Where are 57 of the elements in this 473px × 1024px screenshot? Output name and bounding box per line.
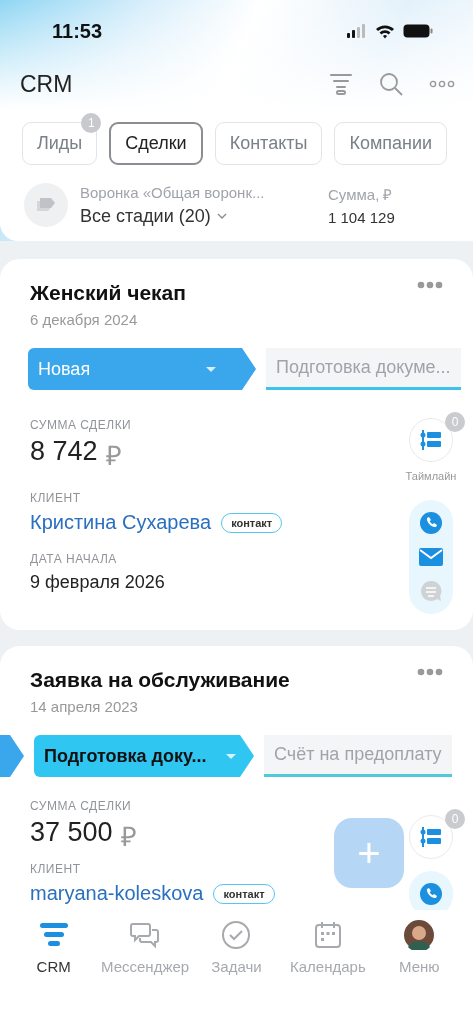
timeline-button[interactable] bbox=[409, 418, 453, 462]
more-icon[interactable] bbox=[417, 281, 443, 289]
field-label: КЛИЕНТ bbox=[30, 491, 82, 505]
status-time: 11:53 bbox=[52, 19, 103, 43]
next-stage[interactable]: Счёт на предоплату bbox=[264, 735, 452, 777]
wifi-icon bbox=[375, 23, 395, 39]
tab[interactable]: Компании bbox=[334, 122, 448, 165]
timeline-label: Таймлайн bbox=[405, 470, 457, 482]
funnel-icon[interactable] bbox=[329, 73, 353, 95]
tab[interactable]: Сделки bbox=[109, 122, 203, 165]
stage-selector[interactable]: Новая bbox=[28, 348, 256, 390]
currency-sign: ₽ bbox=[105, 440, 122, 473]
field-label: ДАТА НАЧАЛА bbox=[30, 552, 118, 566]
calendar-icon bbox=[312, 920, 343, 950]
deal-date: 6 декабря 2024 bbox=[30, 311, 139, 328]
page-title: CRM bbox=[20, 70, 74, 98]
more-icon[interactable] bbox=[429, 80, 455, 88]
timeline-button[interactable] bbox=[409, 815, 453, 859]
timeline-icon bbox=[420, 827, 442, 847]
stage-selector[interactable]: Подготовка доку... bbox=[34, 735, 254, 777]
client-link[interactable]: Кристина Сухарева bbox=[30, 511, 212, 534]
phone-icon[interactable] bbox=[420, 512, 442, 534]
nav-tab[interactable]: CRM bbox=[8, 920, 99, 1024]
client-link[interactable]: maryana-koleskova bbox=[30, 882, 204, 905]
search-icon[interactable] bbox=[379, 72, 403, 96]
deal-title: Женский чекап bbox=[30, 281, 186, 305]
check-circle-icon bbox=[221, 920, 252, 950]
field-label: КЛИЕНТ bbox=[30, 862, 82, 876]
signal-icon bbox=[347, 24, 367, 38]
field-value: 9 февраля 2026 bbox=[30, 572, 166, 593]
more-icon[interactable] bbox=[417, 668, 443, 676]
stage-filter[interactable]: Все стадии (20) bbox=[80, 205, 316, 227]
battery-icon bbox=[403, 24, 433, 38]
currency-sign: ₽ bbox=[120, 821, 137, 854]
sum-value: 1 104 129 bbox=[328, 209, 395, 226]
tab[interactable]: Контакты bbox=[214, 122, 323, 165]
deal-amount: 37 500 bbox=[30, 817, 113, 849]
envelope-icon[interactable] bbox=[419, 548, 443, 566]
field-label: СУММА СДЕЛКИ bbox=[30, 418, 133, 432]
count-badge: 1 bbox=[81, 113, 102, 133]
field-label: СУММА СДЕЛКИ bbox=[30, 799, 133, 813]
chat-bubbles-icon bbox=[130, 920, 161, 950]
avatar-icon bbox=[404, 920, 435, 950]
nav-tab[interactable]: Календарь bbox=[282, 920, 373, 1024]
sum-label: Сумма, ₽ bbox=[328, 185, 394, 204]
phone-icon[interactable] bbox=[420, 883, 442, 905]
nav-tab[interactable]: Задачи bbox=[191, 920, 282, 1024]
deal-amount: 8 742 bbox=[30, 436, 98, 468]
chevron-down-icon bbox=[216, 213, 227, 219]
timeline-icon bbox=[420, 430, 442, 450]
funnel-name: Воронка «Общая воронк... bbox=[80, 183, 266, 201]
nav-tab[interactable]: Меню bbox=[374, 920, 465, 1024]
deal-title: Заявка на обслуживание bbox=[30, 668, 290, 692]
deal-date: 14 апреля 2023 bbox=[30, 698, 139, 715]
next-stage[interactable]: Подготовка докуме... bbox=[266, 348, 461, 390]
previous-stage[interactable] bbox=[0, 735, 24, 777]
nav-tab[interactable]: Мессенджер bbox=[100, 920, 191, 1024]
